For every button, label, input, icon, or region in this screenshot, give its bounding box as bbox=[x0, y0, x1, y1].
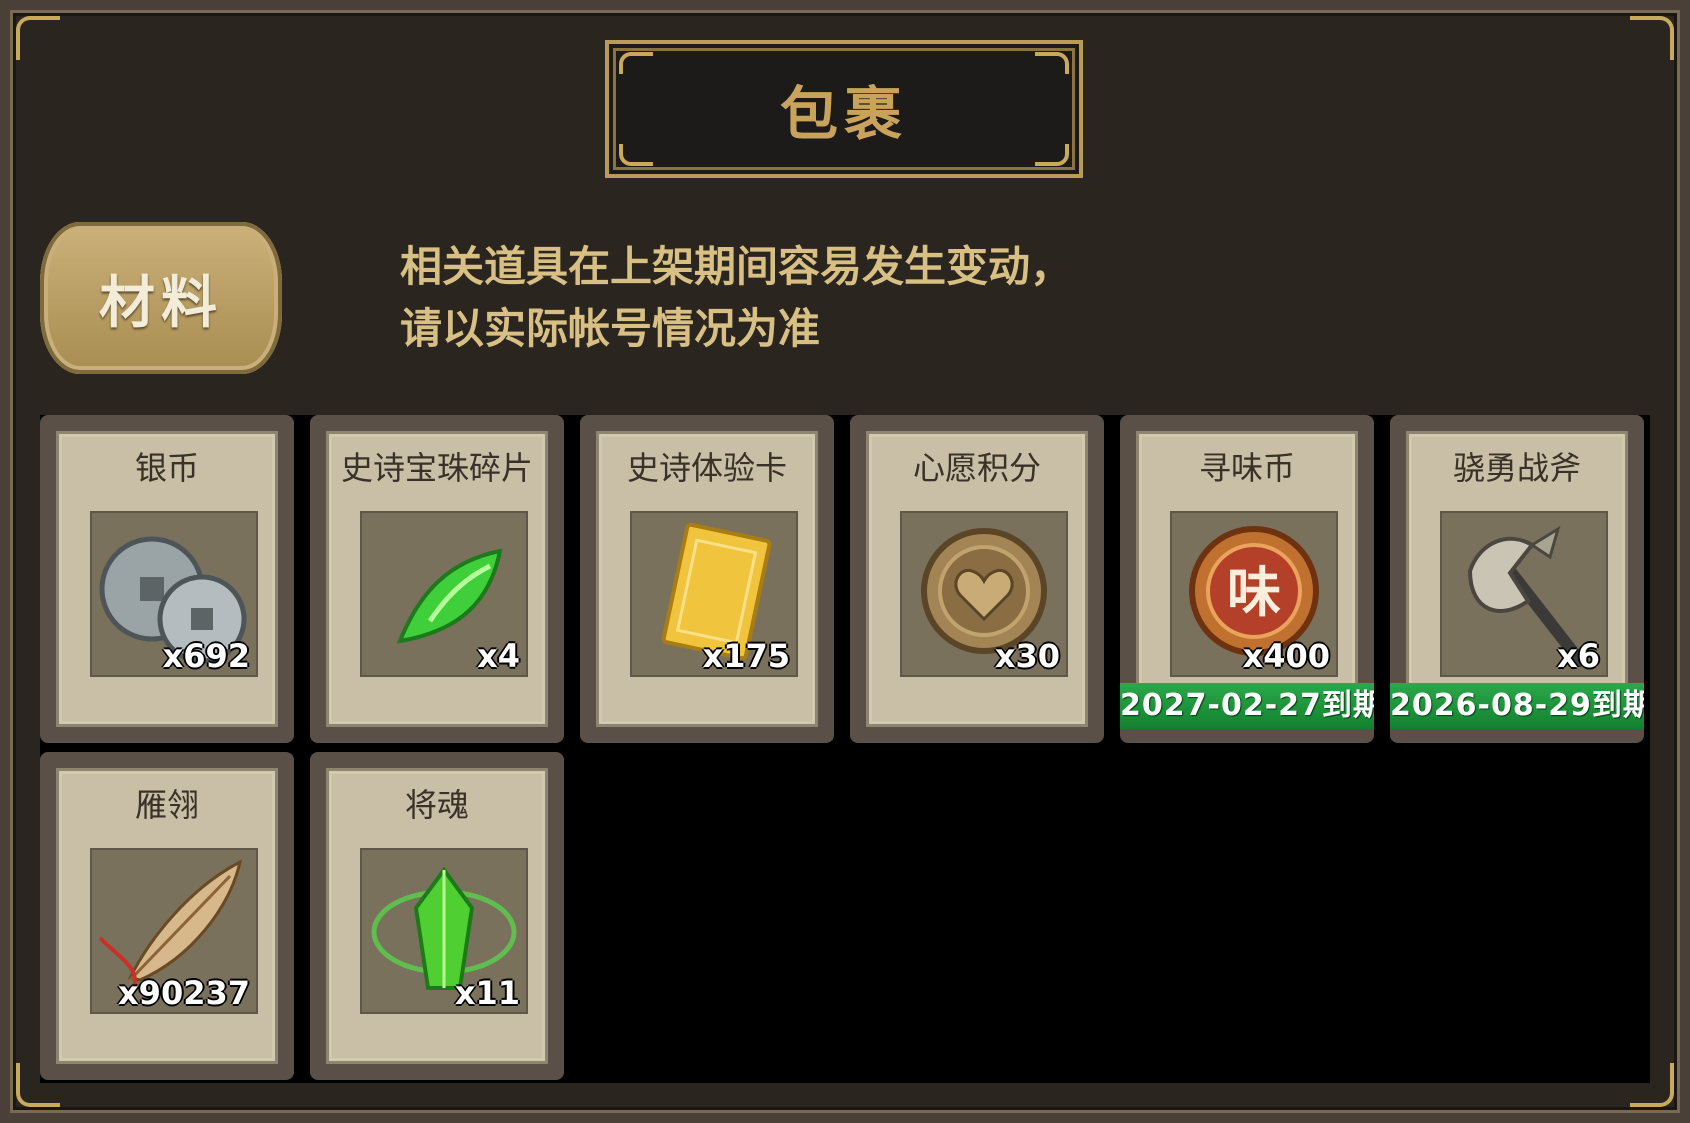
heart-coin-icon: x30 bbox=[900, 511, 1068, 677]
gold-card-icon: x175 bbox=[630, 511, 798, 677]
item-name: 骁勇战斧 bbox=[1452, 449, 1581, 487]
notice-line-2: 请以实际帐号情况为准 bbox=[400, 304, 821, 353]
taste-coin-icon: 味 x400 bbox=[1170, 511, 1338, 677]
silver-coin-icon: x692 bbox=[90, 511, 258, 677]
item-card-taste-coin[interactable]: 寻味币 味 x400 2027-02-27到期 bbox=[1120, 415, 1374, 743]
item-quantity: x30 bbox=[994, 637, 1060, 675]
green-gem-shard-icon: x4 bbox=[360, 511, 528, 677]
item-name: 心愿积分 bbox=[912, 449, 1041, 487]
item-card-wish-points[interactable]: 心愿积分 x30 bbox=[850, 415, 1104, 743]
item-quantity: x175 bbox=[702, 637, 790, 675]
corner-ornament bbox=[1630, 16, 1674, 60]
tab-label: 材料 bbox=[99, 270, 223, 336]
green-crystal-icon: x11 bbox=[360, 848, 528, 1014]
item-card-battle-axe[interactable]: 骁勇战斧 x6 2026-08-29到期 bbox=[1390, 415, 1644, 743]
item-quantity: x400 bbox=[1242, 637, 1330, 675]
item-card-epic-orb-shard[interactable]: 史诗宝珠碎片 x4 bbox=[310, 415, 564, 743]
notice-line-1: 相关道具在上架期间容易发生变动， bbox=[400, 242, 1073, 291]
item-card-feather[interactable]: 雁翎 x90237 bbox=[40, 752, 294, 1080]
corner-ornament bbox=[16, 16, 60, 60]
item-quantity: x11 bbox=[454, 974, 520, 1012]
notice-text: 相关道具在上架期间容易发生变动， 请以实际帐号情况为准 bbox=[400, 236, 1072, 360]
page-title: 包裹 bbox=[779, 80, 908, 148]
item-name: 雁翎 bbox=[134, 786, 199, 824]
feather-icon: x90237 bbox=[90, 848, 258, 1014]
item-card-general-soul[interactable]: 将魂 x11 bbox=[310, 752, 564, 1080]
item-name: 寻味币 bbox=[1198, 449, 1295, 487]
item-name: 银币 bbox=[134, 449, 199, 487]
item-name: 将魂 bbox=[404, 786, 469, 824]
item-card-epic-trial-card[interactable]: 史诗体验卡 x175 bbox=[580, 415, 834, 743]
item-name: 史诗体验卡 bbox=[626, 449, 787, 487]
item-name: 史诗宝珠碎片 bbox=[340, 449, 533, 487]
item-quantity: x4 bbox=[477, 637, 520, 675]
svg-text:味: 味 bbox=[1227, 561, 1281, 624]
expiry-badge: 2026-08-29到期 bbox=[1390, 683, 1644, 729]
title-plate: 包裹 bbox=[605, 40, 1083, 178]
item-card-silver-coin[interactable]: 银币 x692 bbox=[40, 415, 294, 743]
expiry-badge: 2027-02-27到期 bbox=[1120, 683, 1374, 729]
tab-materials[interactable]: 材料 bbox=[40, 222, 282, 374]
item-quantity: x90237 bbox=[118, 974, 250, 1012]
item-quantity: x692 bbox=[162, 637, 250, 675]
battle-axe-icon: x6 bbox=[1440, 511, 1608, 677]
item-quantity: x6 bbox=[1557, 637, 1600, 675]
